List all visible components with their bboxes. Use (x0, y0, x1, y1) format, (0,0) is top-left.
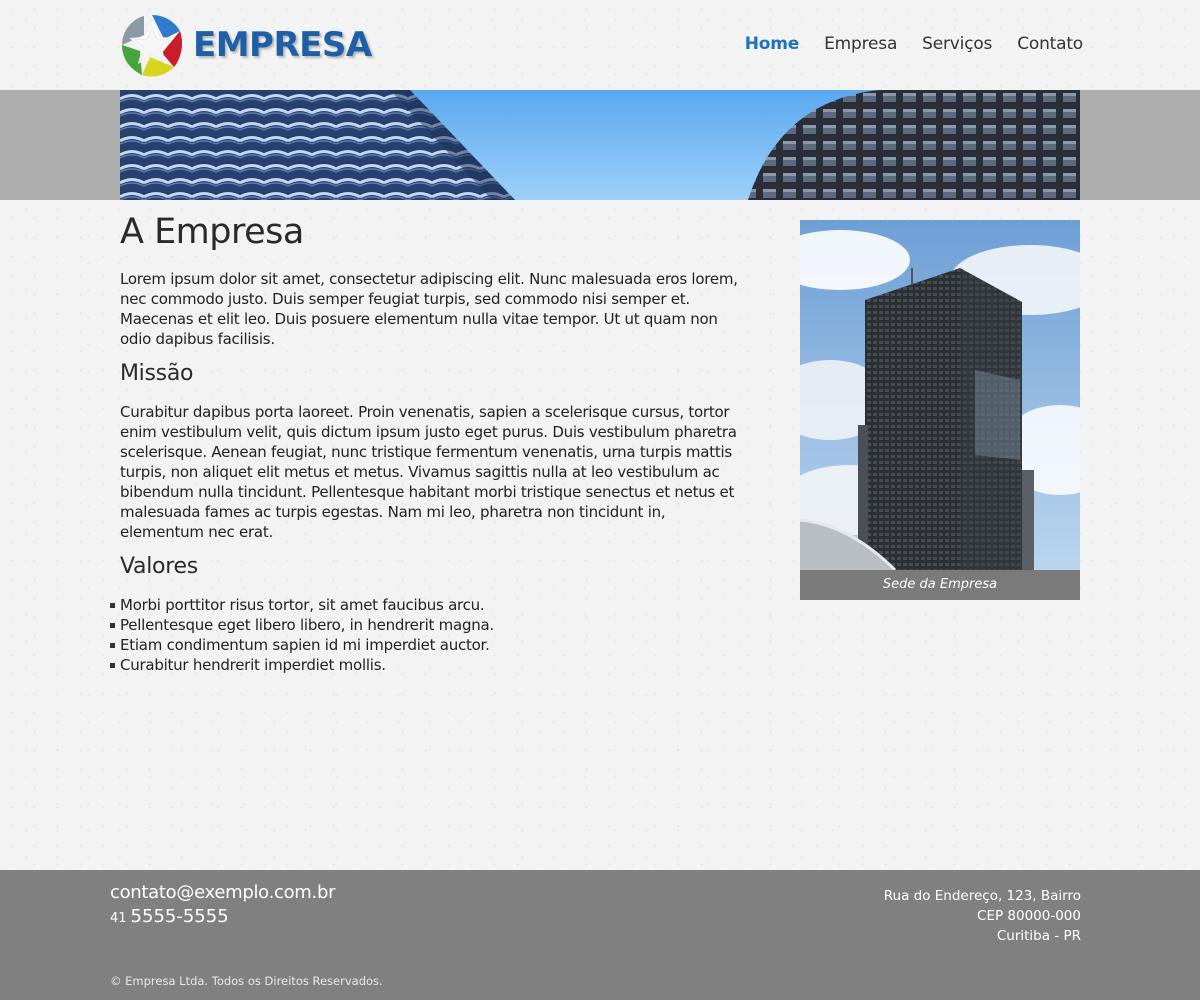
logo[interactable]: EMPRESA (120, 13, 372, 79)
nav-item-home[interactable]: Home (745, 34, 800, 54)
contact-email[interactable]: contato@exemplo.com.br (110, 882, 335, 903)
missao-paragraph: Curabitur dapibus porta laoreet. Proin v… (120, 403, 737, 541)
list-item: Etiam condimentum sapien id mi imperdiet… (110, 635, 740, 655)
footer: contato@exemplo.com.br 41 5555-5555 Rua d… (0, 870, 1200, 1000)
intro-paragraph: Lorem ipsum dolor sit amet, consectetur … (120, 270, 738, 348)
main-content: A Empresa Lorem ipsum dolor sit amet, co… (110, 212, 740, 675)
phone-number: 5555-5555 (130, 906, 229, 927)
main-nav: Home Empresa Serviços Contato (745, 34, 1083, 54)
header: EMPRESA Home Empresa Serviços Contato (0, 0, 1200, 90)
contact-phone: 41 5555-5555 (110, 906, 229, 927)
star-logo-icon (122, 15, 182, 77)
address: Rua do Endereço, 123, Bairro CEP 80000-0… (884, 886, 1081, 946)
headquarters-figure: Sede da Empresa (800, 220, 1080, 600)
address-line: CEP 80000-000 (977, 908, 1081, 924)
figure-caption: Sede da Empresa (882, 577, 998, 592)
copyright: © Empresa Ltda. Todos os Direitos Reserv… (110, 974, 383, 988)
nav-item-servicos[interactable]: Serviços (922, 34, 992, 54)
address-line: Rua do Endereço, 123, Bairro (883, 888, 1081, 904)
logo-text: EMPRESA (193, 25, 372, 65)
address-line: Curitiba - PR (996, 928, 1081, 944)
missao-heading: Missão (120, 361, 194, 386)
banner-image (120, 90, 1080, 200)
valores-heading: Valores (120, 554, 198, 579)
list-item: Pellentesque eget libero libero, in hend… (110, 615, 740, 635)
list-item: Morbi porttitor risus tortor, sit amet f… (110, 595, 740, 615)
nav-item-contato[interactable]: Contato (1017, 34, 1083, 54)
headquarters-photo (800, 220, 1080, 570)
list-item: Curabitur hendrerit imperdiet mollis. (110, 655, 740, 675)
nav-item-empresa[interactable]: Empresa (824, 34, 897, 54)
valores-list: Morbi porttitor risus tortor, sit amet f… (110, 595, 740, 675)
page-title: A Empresa (120, 212, 304, 252)
phone-area-code: 41 (110, 911, 127, 926)
